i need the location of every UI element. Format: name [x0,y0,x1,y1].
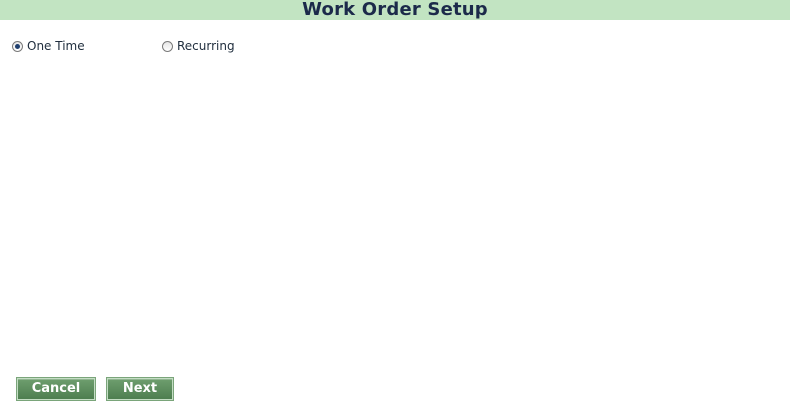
page-title: Work Order Setup [302,0,488,20]
recurring-option[interactable]: Recurring [162,38,235,54]
one-time-option[interactable]: One Time [12,38,85,54]
work-order-setup-page: Work Order Setup One Time Recurring Canc… [0,0,790,405]
recurring-label[interactable]: Recurring [177,38,235,54]
cancel-button[interactable]: Cancel [17,378,95,400]
one-time-radio[interactable] [12,40,23,52]
title-bar: Work Order Setup [0,0,790,20]
recurring-radio[interactable] [162,40,173,52]
one-time-label[interactable]: One Time [27,38,85,54]
next-button[interactable]: Next [107,378,173,400]
